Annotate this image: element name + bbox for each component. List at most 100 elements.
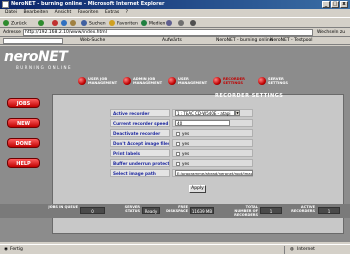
back-button[interactable]: Zurück	[3, 20, 27, 27]
history-button[interactable]	[166, 20, 174, 27]
row-value: yes	[172, 139, 253, 147]
nav-server-settings[interactable]: SERVER SETTINGS	[257, 75, 297, 87]
total-recorders-label: TOTAL NUMBER OF RECORDERS	[234, 205, 258, 217]
menu-favoriten[interactable]: Favoriten	[78, 10, 99, 15]
google-search-field[interactable]	[3, 38, 63, 44]
forward-button[interactable]	[38, 20, 46, 27]
image-path-input[interactable]: E:/programme/ahead/neronet/root/image	[175, 170, 253, 176]
mail-icon	[178, 20, 184, 26]
address-input[interactable]: http://192.168.2.10/www/index.html	[23, 29, 313, 36]
browser-toolbar: Zurück Suchen Favoriten Medien	[0, 17, 350, 28]
recorder-select[interactable]: 1 : TEAC CD-W540E - atapi	[175, 110, 235, 116]
browser-statusbar: ◉ Fertig ◍ Internet	[0, 244, 350, 254]
aufwarts-button[interactable]: Aufwärts	[162, 37, 182, 45]
chevron-down-icon[interactable]: ▼	[235, 110, 240, 116]
nav-admin-job-management[interactable]: ADMIN JOB MANAGEMENT	[122, 75, 162, 87]
cd-disc-icon	[258, 77, 266, 85]
row-label[interactable]: Don't Accept image files	[110, 139, 170, 147]
cd-disc-icon	[168, 77, 176, 85]
row-label[interactable]: Select image path	[110, 169, 170, 177]
active-recorders-value: 1	[318, 207, 340, 214]
nav-user-job-management[interactable]: USER JOB MANAGEMENT	[77, 75, 117, 87]
server-status-value: Ready	[142, 207, 160, 214]
row-value: 1 : TEAC CD-W540E - atapi ▼	[172, 109, 253, 117]
search-icon	[81, 20, 87, 26]
jobs-in-queue-label: JOBS IN QUEUE	[48, 205, 78, 209]
speed-input[interactable]: 40	[175, 120, 230, 126]
media-button[interactable]: Medien	[141, 20, 165, 27]
menu-datei[interactable]: Datei	[5, 10, 17, 15]
mail-button[interactable]	[178, 20, 186, 27]
row-label[interactable]: Deactivate recorder	[110, 129, 170, 137]
status-stats-bar: JOBS IN QUEUE 0 SERVER STATUS Ready FREE…	[0, 204, 350, 218]
no-image-checkbox[interactable]	[176, 142, 180, 146]
row-label[interactable]: Active recorder	[110, 109, 170, 117]
media-icon	[141, 20, 147, 26]
ie-icon	[2, 1, 9, 8]
free-diskspace-label: FREE DISKSPACE	[166, 205, 188, 213]
settings-row-image-path: Select image path E:/programme/ahead/ner…	[110, 169, 253, 177]
jobs-in-queue-value: 0	[80, 207, 105, 214]
nav-recorder-settings[interactable]: RECORDER SETTINGS	[212, 75, 252, 87]
print-labels-checkbox[interactable]	[176, 152, 180, 156]
settings-row-recorder-speed: Current recorder speed 40	[110, 119, 253, 127]
home-button[interactable]	[70, 20, 78, 27]
row-value: yes	[172, 149, 253, 157]
active-recorders-label: ACTIVE RECORDERS	[291, 205, 315, 213]
row-value: E:/programme/ahead/neronet/root/image	[172, 169, 253, 177]
stop-button[interactable]	[52, 20, 60, 27]
print-button[interactable]	[190, 20, 198, 27]
websuche-button[interactable]: Web-Suche	[80, 37, 105, 45]
settings-row-active-recorder: Active recorder 1 : TEAC CD-W540E - atap…	[110, 109, 253, 117]
apply-button[interactable]: Apply	[189, 185, 206, 193]
row-label[interactable]: Print labels	[110, 149, 170, 157]
settings-row-print-labels: Print labels yes	[110, 149, 253, 157]
sidebar-new-button[interactable]: NEW	[7, 118, 40, 128]
settings-row-buffer: Buffer underrun protection yes	[110, 159, 253, 167]
go-button[interactable]: Wechseln zu	[317, 29, 345, 36]
taskbar-tab-burning-online[interactable]: NeroNET - burning online	[216, 37, 273, 45]
cd-disc-icon	[213, 77, 221, 85]
refresh-icon	[61, 20, 67, 26]
free-diskspace-value: 11639 MB	[190, 207, 214, 214]
favorites-star-icon	[109, 20, 115, 26]
cd-disc-icon	[123, 77, 131, 85]
page-status-icon: ◉	[4, 247, 8, 252]
close-button[interactable]: x	[340, 1, 348, 8]
minimize-button[interactable]: _	[322, 1, 330, 8]
menu-bearbeiten[interactable]: Bearbeiten	[23, 10, 48, 15]
buffer-checkbox[interactable]	[176, 162, 180, 166]
deactivate-checkbox[interactable]	[176, 132, 180, 136]
history-icon	[166, 20, 172, 26]
taskbar-tab-testpool[interactable]: NeroNET - Testpool	[270, 37, 313, 45]
home-icon	[70, 20, 76, 26]
row-value: 40	[172, 119, 253, 127]
refresh-button[interactable]	[61, 20, 69, 27]
settings-row-no-image: Don't Accept image files yes	[110, 139, 253, 147]
forward-arrow-icon	[38, 20, 44, 26]
menu-extras[interactable]: Extras	[105, 10, 119, 15]
cd-disc-icon	[78, 77, 86, 85]
favorites-button[interactable]: Favoriten	[109, 20, 138, 27]
menu-ansicht[interactable]: Ansicht	[55, 10, 72, 15]
row-value: yes	[172, 129, 253, 137]
back-arrow-icon	[3, 20, 9, 26]
row-label[interactable]: Current recorder speed	[110, 119, 170, 127]
maximize-button[interactable]: □	[331, 1, 339, 8]
row-value: yes	[172, 159, 253, 167]
nav-user-management[interactable]: USER MANAGEMENT	[167, 75, 207, 87]
panel-title: RECORDER SETTINGS	[215, 93, 284, 99]
server-status-label: SERVER STATUS	[124, 205, 140, 213]
window-titlebar: NeroNET - burning online - Microsoft Int…	[0, 0, 350, 9]
stop-icon	[52, 20, 58, 26]
menu-bar: Datei Bearbeiten Ansicht Favoriten Extra…	[0, 9, 350, 17]
total-recorders-value: 1	[260, 207, 282, 214]
sidebar-done-button[interactable]: DONE	[7, 138, 40, 148]
row-label[interactable]: Buffer underrun protection	[110, 159, 170, 167]
search-button[interactable]: Suchen	[81, 20, 106, 27]
sidebar-help-button[interactable]: HELP	[7, 158, 40, 168]
address-bar: Adresse http://192.168.2.10/www/index.ht…	[0, 28, 350, 37]
sidebar-jobs-button[interactable]: JOBS	[7, 98, 40, 108]
menu-help[interactable]: ?	[126, 10, 128, 15]
print-icon	[190, 20, 196, 26]
